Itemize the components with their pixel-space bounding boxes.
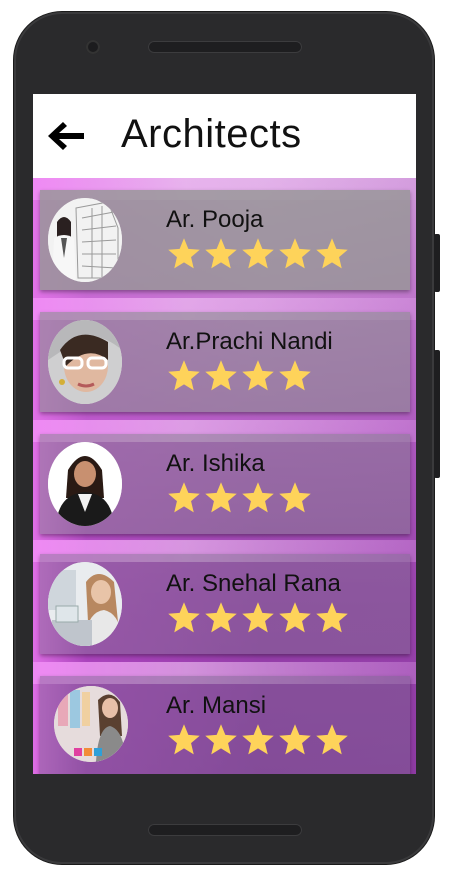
star-icon bbox=[279, 602, 311, 633]
star-icon bbox=[242, 482, 274, 513]
architect-name: Ar. Pooja bbox=[166, 206, 264, 233]
architect-name: Ar. Mansi bbox=[166, 692, 267, 719]
architect-card[interactable]: Ar.Prachi Nandi bbox=[40, 312, 410, 412]
star-icon bbox=[205, 238, 237, 269]
avatar bbox=[48, 198, 122, 282]
star-icon bbox=[316, 238, 348, 269]
star-icon bbox=[279, 482, 311, 513]
architect-list[interactable]: Ar. Pooja Ar.Prachi Nandi Ar. Ishika Ar.… bbox=[33, 178, 416, 774]
architect-card[interactable]: Ar. Snehal Rana bbox=[40, 554, 410, 654]
star-icon bbox=[168, 602, 200, 633]
power-button bbox=[434, 350, 440, 478]
rating-stars bbox=[166, 480, 313, 516]
architect-name: Ar. Ishika bbox=[166, 450, 265, 477]
architect-card[interactable]: Ar. Ishika bbox=[40, 434, 410, 534]
earpiece-speaker bbox=[148, 41, 302, 53]
star-icon bbox=[316, 602, 348, 633]
arrow-left-icon bbox=[48, 122, 84, 150]
architect-card[interactable]: Ar. Pooja bbox=[40, 190, 410, 290]
star-icon bbox=[242, 360, 274, 391]
star-icon bbox=[168, 360, 200, 391]
rating-stars bbox=[166, 236, 350, 272]
star-icon bbox=[242, 238, 274, 269]
architect-name: Ar. Snehal Rana bbox=[166, 570, 341, 597]
star-icon bbox=[279, 238, 311, 269]
architect-card[interactable]: Ar. Mansi bbox=[40, 676, 410, 774]
rating-stars bbox=[166, 358, 313, 394]
star-icon bbox=[205, 360, 237, 391]
rating-stars bbox=[166, 600, 350, 636]
volume-button bbox=[434, 234, 440, 292]
star-icon bbox=[205, 724, 237, 755]
star-icon bbox=[242, 724, 274, 755]
bottom-speaker bbox=[148, 824, 302, 836]
front-camera bbox=[86, 40, 100, 54]
star-icon bbox=[205, 482, 237, 513]
app-screen: Architects Ar. Pooja Ar.Prachi Nandi Ar.… bbox=[33, 94, 416, 774]
star-icon bbox=[168, 238, 200, 269]
star-icon bbox=[279, 724, 311, 755]
star-icon bbox=[168, 482, 200, 513]
star-icon bbox=[242, 602, 274, 633]
app-bar: Architects bbox=[33, 94, 416, 178]
page-title: Architects bbox=[121, 112, 302, 156]
back-button[interactable] bbox=[46, 119, 86, 153]
avatar bbox=[48, 562, 122, 646]
avatar bbox=[48, 442, 122, 526]
star-icon bbox=[279, 360, 311, 391]
star-icon bbox=[316, 724, 348, 755]
avatar bbox=[54, 686, 128, 762]
avatar bbox=[48, 320, 122, 404]
star-icon bbox=[168, 724, 200, 755]
architect-name: Ar.Prachi Nandi bbox=[166, 328, 333, 355]
star-icon bbox=[205, 602, 237, 633]
rating-stars bbox=[166, 722, 350, 758]
